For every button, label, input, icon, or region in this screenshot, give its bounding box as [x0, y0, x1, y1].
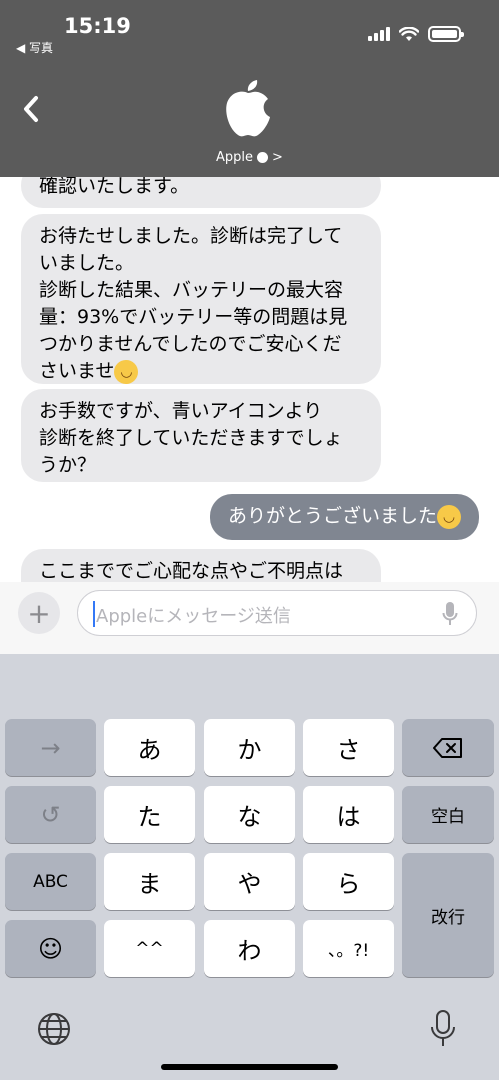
message-line: ありがとうございました ◡ — [228, 503, 461, 530]
backspace-key[interactable] — [402, 719, 494, 776]
message-line: 確認いたします。 — [39, 177, 190, 197]
japanese-keyboard: → あ か さ ↺ た な は 空白 ABC ま や ら 改行 ☺ ^^ わ 、… — [0, 654, 499, 1080]
space-key[interactable]: 空白 — [402, 786, 494, 843]
message-line: いました。 — [39, 252, 135, 274]
message-list[interactable]: 確認いたします。 お待たせしました。診断は完了して いました。 診断した結果、バ… — [0, 177, 499, 582]
return-key[interactable]: 改行 — [402, 853, 494, 977]
message-bubble-incoming[interactable]: お待たせしました。診断は完了して いました。 診断した結果、バッテリーの最大容 … — [21, 214, 381, 384]
kana-key-wa[interactable]: わ — [204, 920, 295, 977]
cursor-arrow-key[interactable]: → — [5, 719, 96, 776]
message-line: お待たせしました。診断は完了して — [39, 225, 343, 247]
verified-badge-icon — [257, 152, 269, 163]
home-indicator — [161, 1064, 338, 1070]
chat-header: 15:19 ◀ 写真 Apple > — [0, 0, 499, 177]
message-line: 診断を終了していただきますでしょ — [39, 427, 343, 449]
back-to-app-link[interactable]: ◀ 写真 — [16, 39, 53, 56]
message-line: うか？ — [39, 454, 97, 476]
message-bubble-incoming[interactable]: 確認いたします。 — [21, 177, 381, 208]
kaomoji-key[interactable]: ^^ — [104, 920, 195, 977]
signal-icon — [368, 27, 390, 41]
wifi-icon — [399, 26, 419, 41]
kana-key-ta[interactable]: た — [104, 786, 195, 843]
message-line-last: さいませ ◡ — [39, 358, 363, 385]
dictation-mic-icon[interactable] — [442, 601, 458, 627]
globe-icon[interactable] — [37, 1012, 71, 1046]
compose-bar: + Appleにメッセージ送信 — [0, 582, 499, 654]
smiling-face-emoji-icon: ◡ — [437, 504, 461, 529]
kana-key-ya[interactable]: や — [204, 853, 295, 910]
kana-key-a[interactable]: あ — [104, 719, 195, 776]
message-bubble-incoming[interactable]: お手数ですが、青いアイコンより 診断を終了していただきますでしょ うか？ — [21, 389, 381, 482]
message-line: ここまででご心配な点やご不明点は — [39, 560, 344, 582]
kana-key-na[interactable]: な — [204, 786, 295, 843]
battery-icon — [428, 26, 464, 42]
apple-logo-icon[interactable] — [223, 80, 273, 138]
emoji-key[interactable]: ☺ — [5, 920, 96, 977]
abc-key[interactable]: ABC — [5, 853, 96, 910]
status-icons — [368, 26, 464, 42]
smiling-face-emoji-icon: ◡ — [114, 359, 139, 384]
message-line: つかりませんでしたのでご安心くだ — [39, 333, 342, 355]
undo-key[interactable]: ↺ — [5, 786, 96, 843]
status-time: 15:19 — [64, 14, 131, 38]
back-chevron-icon[interactable] — [18, 92, 48, 126]
message-input-placeholder: Appleにメッセージ送信 — [96, 606, 291, 627]
backspace-icon — [433, 737, 462, 758]
message-bubble-outgoing[interactable]: ありがとうございました ◡ — [209, 494, 479, 540]
contact-name: Apple — [216, 150, 254, 165]
message-line-text: ありがとうございました — [227, 505, 437, 527]
message-bubble-incoming[interactable]: ここまででご心配な点やご不明点は — [21, 549, 381, 582]
kana-key-ma[interactable]: ま — [104, 853, 195, 910]
kana-key-ha[interactable]: は — [303, 786, 394, 843]
dictation-mic-icon[interactable] — [430, 1009, 456, 1049]
message-line-text: さいませ — [39, 360, 115, 382]
contact-name-button[interactable]: Apple > — [0, 150, 499, 165]
message-line: 診断した結果、バッテリーの最大容 — [39, 279, 344, 301]
kana-key-ra[interactable]: ら — [303, 853, 394, 910]
kana-key-sa[interactable]: さ — [303, 719, 394, 776]
add-attachment-button[interactable]: + — [18, 592, 60, 634]
message-line: お手数ですが、青いアイコンより — [39, 400, 323, 422]
kana-key-ka[interactable]: か — [204, 719, 295, 776]
punctuation-key[interactable]: 、。?! — [303, 920, 394, 977]
message-input[interactable]: Appleにメッセージ送信 — [77, 590, 477, 636]
text-cursor — [93, 601, 95, 627]
message-line: 量：93%でバッテリー等の問題は見 — [39, 306, 348, 328]
chevron-right-icon: > — [272, 150, 283, 165]
